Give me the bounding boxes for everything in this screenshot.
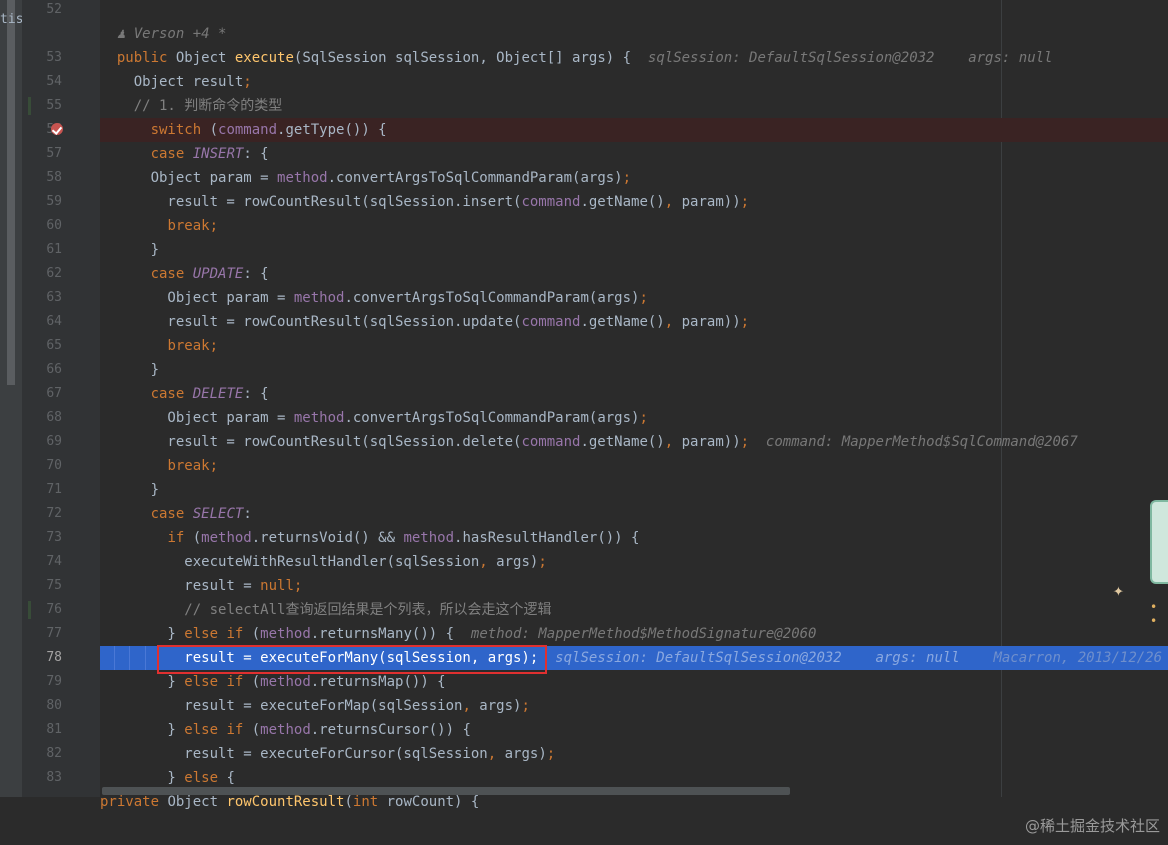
left-tool-strip [0,0,22,845]
line-number: 68 [46,410,62,425]
line-number: 60 [46,218,62,233]
line-number: 69 [46,434,62,449]
highlight-box [157,645,547,674]
code-line[interactable]: if (method.returnsVoid() && method.hasRe… [100,526,1168,550]
code-line[interactable]: result = rowCountResult(sqlSession.inser… [100,190,1168,214]
line-number: 72 [46,506,62,521]
line-number: 53 [46,50,62,65]
line-number: 62 [46,266,62,281]
code-line[interactable]: case INSERT: { [100,142,1168,166]
code-line[interactable]: result = executeForMap(sqlSession, args)… [100,694,1168,718]
code-line[interactable]: result = null; [100,574,1168,598]
code-line[interactable]: result = rowCountResult(sqlSession.delet… [100,430,1168,454]
code-line[interactable]: break; [100,454,1168,478]
code-line[interactable]: } [100,358,1168,382]
watermark: @稀土掘金技术社区 [1024,817,1160,835]
line-number: 58 [46,170,62,185]
dots-decoration: • • [1150,600,1158,628]
line-number: 71 [46,482,62,497]
sticker-decoration [1150,500,1168,584]
code-line[interactable]: } [100,478,1168,502]
line-number: 66 [46,362,62,377]
code-line[interactable]: result = executeForCursor(sqlSession, ar… [100,742,1168,766]
line-number: 83 [46,770,62,785]
line-number [22,22,62,46]
code-line[interactable]: case SELECT: [100,502,1168,526]
code-line[interactable]: Object result; [100,70,1168,94]
code-line[interactable]: } else if (method.returnsCursor()) { [100,718,1168,742]
code-line[interactable]: result = rowCountResult(sqlSession.updat… [100,310,1168,334]
line-number: 74 [46,554,62,569]
line-number: 61 [46,242,62,257]
line-number: 63 [46,290,62,305]
line-number: 52 [46,2,62,17]
code-line[interactable]: Object param = method.convertArgsToSqlCo… [100,286,1168,310]
code-line[interactable]: case DELETE: { [100,382,1168,406]
code-line[interactable]: Object param = method.convertArgsToSqlCo… [100,166,1168,190]
code-line[interactable]: break; [100,334,1168,358]
sticky-code-line: private Object rowCountResult(int rowCou… [100,794,480,810]
line-number: 57 [46,146,62,161]
code-line[interactable]: } else if (method.returnsMany()) { metho… [100,622,1168,646]
code-line[interactable]: // 1. 判断命令的类型 [100,94,1168,118]
vertical-scrollbar[interactable] [7,0,15,385]
line-number: 80 [46,698,62,713]
code-line[interactable] [100,0,1168,22]
code-line[interactable]: // selectAll查询返回结果是个列表，所以会走这个逻辑 [100,598,1168,622]
line-number: 70 [46,458,62,473]
code-line[interactable]: public Object execute(SqlSession sqlSess… [100,46,1168,70]
code-line[interactable]: case UPDATE: { [100,262,1168,286]
line-number: 82 [46,746,62,761]
line-number: 75 [46,578,62,593]
line-number: 73 [46,530,62,545]
line-number: 54 [46,74,62,89]
code-line[interactable]: break; [100,214,1168,238]
line-number: 77 [46,626,62,641]
star-icon: ✦ [1113,580,1124,601]
line-number: 81 [46,722,62,737]
line-number: 65 [46,338,62,353]
code-line[interactable]: ♟ Verson +4 * [100,22,1168,46]
change-marker [28,601,31,619]
change-marker [28,97,31,115]
indent-guides [114,646,160,670]
breakpoint-icon[interactable] [51,123,63,135]
code-line[interactable]: executeWithResultHandler(sqlSession, arg… [100,550,1168,574]
line-number: 67 [46,386,62,401]
line-number: 64 [46,314,62,329]
code-line[interactable]: Object param = method.convertArgsToSqlCo… [100,406,1168,430]
code-line[interactable]: } [100,238,1168,262]
code-line[interactable]: switch (command.getType()) { [100,118,1168,142]
line-number: 79 [46,674,62,689]
line-number: 78 [46,650,62,665]
left-panel-label: tis [0,12,24,27]
line-number: 59 [46,194,62,209]
